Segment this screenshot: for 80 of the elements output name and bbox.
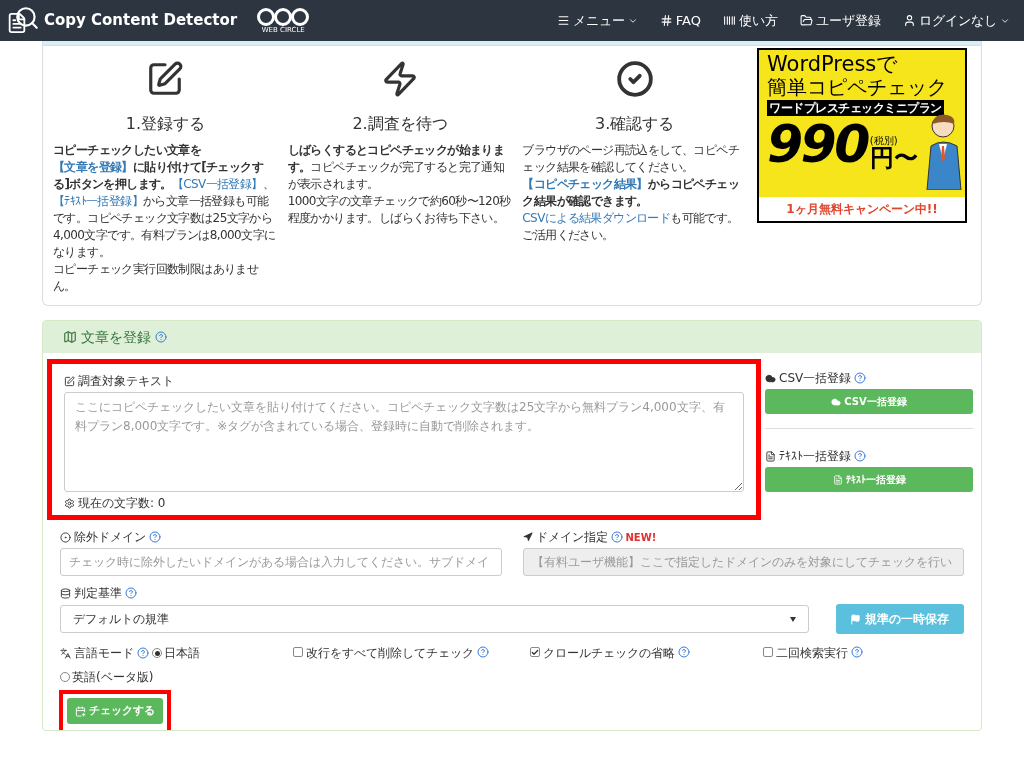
- card-title: 文章を登録: [81, 327, 151, 347]
- hash-icon: [659, 14, 673, 27]
- gears-icon: [64, 497, 75, 509]
- cloud-icon: [831, 396, 842, 407]
- step-description: しばらくするとコピペチェックが始まります。コピペチェックが完了すると完了通知が表示されます。: [287, 142, 506, 193]
- ad-plan-label: ワードプレスチェックミニプラン: [767, 100, 944, 116]
- link[interactable]: CSVによる結果ダウンロード: [522, 211, 671, 225]
- step-description: ブラウザのページ再読込をして、コピペチェック結果を確認してください。 【コピペチェック結果】からコピペチェック結果が確認できます。 CSVによる結果ダウンロードも可能です。ご活用ください。: [522, 142, 740, 244]
- new-label: NEW!: [625, 530, 657, 545]
- checkbox-label[interactable]: 改行をすべて削除してチェック: [306, 644, 474, 662]
- radio-label[interactable]: 英語(ベータ版): [72, 668, 154, 686]
- brand-name[interactable]: Copy Content Detector: [44, 9, 238, 32]
- checkbox[interactable]: [293, 647, 303, 657]
- field-label: 除外ドメイン: [74, 529, 146, 546]
- section-label: CSV一括登録: [779, 370, 852, 387]
- cloud-icon: [765, 372, 776, 384]
- file-icon: [765, 450, 776, 462]
- lightning-icon: [381, 60, 419, 98]
- step-title: 1.登録する: [124, 113, 206, 135]
- step-title: 2.調査を待つ: [351, 113, 449, 135]
- link[interactable]: 【ﾃｷｽﾄ一括登録】: [53, 194, 143, 208]
- target-icon: [60, 531, 71, 543]
- map-icon: [63, 330, 77, 344]
- menu-icon: [556, 14, 570, 27]
- user-icon: [903, 14, 916, 27]
- link[interactable]: 【コピペチェック結果】: [522, 177, 648, 191]
- step-description: コピーチェックしたい文章を 【文章を登録】に貼り付けて[チェックする]ボタンを押します。【CSV一括登録】、 【ﾃｷｽﾄ一括登録】から文章一括登録も可能です。コピペチェック文字数は25文字から4,000文字です。有料プランは8,000文字になります。: [53, 142, 277, 261]
- folder-icon: [800, 14, 813, 27]
- help-icon[interactable]: [678, 646, 690, 658]
- step-description: コピーチェック実行回数制限はありません。: [53, 261, 260, 295]
- step-title: 3.確認する: [594, 113, 676, 135]
- nav-link[interactable]: メニュー: [556, 10, 638, 31]
- link[interactable]: 【CSV一括登録】: [171, 177, 263, 191]
- help-icon[interactable]: [851, 646, 863, 658]
- nav-link[interactable]: ログインなし: [903, 10, 1010, 31]
- database-icon: [60, 587, 71, 599]
- ad-headline: WordPressで: [767, 54, 900, 75]
- check-circle-icon: [615, 60, 654, 98]
- ad-campaign-bar: 1ヶ月無料キャンペーン中!!: [759, 197, 965, 221]
- file-icon: [832, 474, 843, 485]
- nav-link[interactable]: FAQ: [659, 10, 701, 31]
- help-icon[interactable]: [125, 587, 137, 599]
- nav-link[interactable]: 使い方: [723, 10, 778, 31]
- checkbox-label[interactable]: クロールチェックの省略: [543, 644, 675, 662]
- barcode-icon: [723, 14, 736, 27]
- edit-icon: [146, 60, 185, 98]
- help-icon[interactable]: [610, 531, 623, 543]
- help-icon[interactable]: [149, 531, 161, 543]
- ad-unit: 円〜: [869, 146, 918, 170]
- nav-link[interactable]: ユーザ登録: [800, 10, 881, 31]
- document-icon: [6, 10, 28, 35]
- help-icon[interactable]: [854, 372, 867, 384]
- language-icon: [60, 647, 71, 659]
- link[interactable]: 【文章を登録】: [53, 160, 133, 174]
- arrow-icon: [522, 532, 533, 542]
- field-label: 判定基準: [74, 585, 122, 602]
- ad-tax-note: (税別): [869, 136, 898, 146]
- help-icon[interactable]: [155, 331, 167, 343]
- help-icon[interactable]: [477, 646, 489, 658]
- criterion-select[interactable]: デフォルトの規準: [60, 605, 809, 633]
- field-label: ドメイン指定: [535, 529, 608, 546]
- search-icon: [14, 4, 40, 31]
- char-counter: 現在の文字数: 0: [78, 495, 166, 512]
- exclude-domain-field[interactable]: チェック時に除外したいドメインがある場合は入力してください。サブドメイ: [60, 548, 502, 576]
- flag-icon: [850, 613, 862, 625]
- field-label: 言語モード: [74, 645, 134, 662]
- field-label: 調査対象テキスト: [78, 373, 174, 390]
- help-icon[interactable]: [854, 450, 866, 462]
- calendar-icon: [75, 705, 86, 717]
- circles-icon: [257, 7, 310, 27]
- checkbox[interactable]: [763, 647, 773, 657]
- text-input-area[interactable]: ここにコピペチェックしたい文章を貼り付けてください。コピペチェック文字数は25文字から無料プラン4,000文字、有料プラン8,000文字です。※タグが含まれている場合、登録時に自動で削除されます。: [64, 392, 744, 492]
- step-description: 1000文字の文章チェックで約60秒〜120秒程度かかります。しばらくお待ち下さい。: [287, 193, 512, 227]
- section-label: ﾃｷｽﾄ一括登録: [779, 448, 851, 465]
- radio-label[interactable]: 日本語: [164, 644, 200, 662]
- edit-icon: [64, 375, 75, 387]
- ad-headline: 簡単コピペチェック: [767, 77, 948, 97]
- ad-price: 990: [767, 118, 868, 170]
- checkbox-label[interactable]: 二回検索実行: [776, 644, 848, 662]
- checkbox[interactable]: [530, 647, 540, 657]
